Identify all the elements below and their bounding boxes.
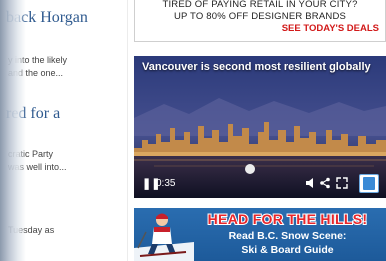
article-list: back Horgan y into the likely and the on… [0,0,118,261]
video-frame-skyline [134,56,386,198]
video-player[interactable]: Vancouver is second most resilient globa… [134,56,386,198]
volume-icon[interactable] [304,177,316,189]
ski-guide-ad[interactable]: HEAD FOR THE HILLS! Read B.C. Snow Scene… [134,208,386,261]
player-logo-icon[interactable] [359,174,379,193]
video-title: Vancouver is second most resilient globa… [142,61,371,73]
progress-scrubber[interactable] [245,164,255,174]
fullscreen-icon[interactable] [336,177,348,189]
ad-line: UP TO 80% OFF DESIGNER BRANDS [173,11,347,22]
scroll-fade-edge [0,0,26,261]
share-icon[interactable] [319,177,331,189]
ski-ad-line: Ski & Board Guide [241,244,334,256]
ad-cta-link[interactable]: SEE TODAY'S DEALS [135,23,385,35]
ski-ad-headline: HEAD FOR THE HILLS! [207,210,368,228]
video-time: 0:35 [156,178,176,189]
retail-deals-ad[interactable]: TIRED OF PAYING RETAIL IN YOUR CITY? UP … [134,0,386,42]
skier-illustration [134,213,194,261]
column-divider [127,0,128,261]
ad-line: TIRED OF PAYING RETAIL IN YOUR CITY? [162,0,358,10]
ski-ad-line: Read B.C. Snow Scene: [228,230,347,242]
